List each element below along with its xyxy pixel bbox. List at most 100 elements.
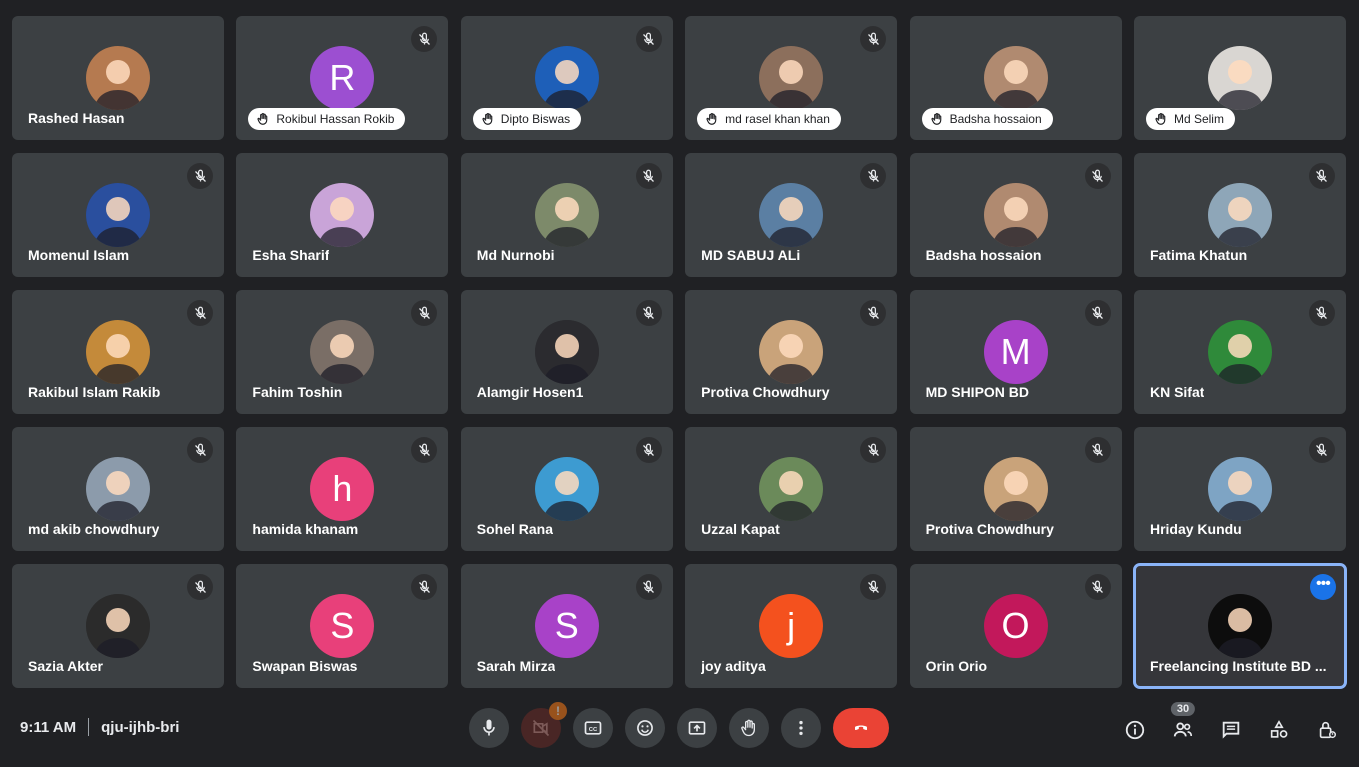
participant-tile[interactable]: Badsha hossaion — [909, 153, 1122, 277]
participant-tile[interactable]: Protiva Chowdhury — [685, 290, 898, 414]
avatar: S — [534, 594, 599, 658]
mic-off-icon — [1084, 300, 1111, 326]
participant-name: Esha Sharif — [252, 247, 330, 263]
microphone-button[interactable] — [469, 708, 509, 748]
avatar — [86, 457, 150, 521]
chat-icon — [1222, 721, 1240, 739]
raised-hand-name-pill: Badsha hossaion — [921, 108, 1053, 130]
mic-off-icon — [860, 300, 887, 326]
participant-tile[interactable]: Alamgir Hosen1 — [460, 290, 673, 414]
participant-tile[interactable]: Dipto Biswas — [460, 16, 673, 140]
raised-hand-name-pill: Rokibul Hassan Rokib — [248, 108, 406, 130]
mic-off-icon — [187, 163, 213, 189]
end-call-icon — [855, 725, 867, 731]
avatar: S — [310, 594, 375, 658]
participant-name: Sohel Rana — [476, 521, 554, 537]
avatar — [86, 46, 150, 110]
participant-tile[interactable]: h hamida khanam — [236, 427, 449, 551]
mic-icon — [483, 719, 495, 736]
participant-tile[interactable]: Rakibul Islam Rakib — [12, 290, 224, 414]
host-controls-button[interactable] — [1313, 716, 1341, 744]
camera-off-icon — [532, 719, 550, 737]
raise-hand-button[interactable] — [729, 708, 769, 748]
participant-tile[interactable]: Md Nurnobi — [460, 153, 673, 277]
raised-hand-icon — [1154, 112, 1168, 126]
participant-tile[interactable]: j joy aditya — [685, 564, 898, 688]
meeting-details-button[interactable] — [1121, 716, 1149, 744]
participant-tile[interactable]: O Orin Orio — [909, 564, 1122, 688]
participant-name: Protiva Chowdhury — [701, 384, 830, 400]
participant-tile[interactable]: Rashed Hasan — [12, 16, 224, 140]
participant-tile[interactable]: Uzzal Kapat — [685, 427, 898, 551]
participant-tile[interactable]: Sohel Rana — [460, 427, 673, 551]
participant-tile[interactable]: Protiva Chowdhury — [909, 427, 1122, 551]
raised-hand-name-pill: Md Selim — [1145, 108, 1235, 130]
participant-name: Md Selim — [1173, 112, 1224, 126]
avatar — [534, 46, 599, 110]
avatar — [1207, 457, 1272, 521]
participant-tile[interactable]: Hriday Kundu — [1133, 427, 1346, 551]
avatar — [86, 594, 150, 658]
avatar — [759, 457, 824, 521]
mic-off-icon — [187, 574, 213, 600]
participant-tile[interactable]: Freelancing Institute BD ... ••• — [1132, 563, 1347, 689]
raised-hand-icon — [705, 112, 719, 126]
participant-name: Momenul Islam — [28, 247, 130, 263]
participant-tile[interactable]: Esha Sharif — [236, 153, 449, 277]
camera-button[interactable]: ! — [521, 702, 567, 748]
participant-tile[interactable]: Md Selim — [1133, 16, 1346, 140]
participant-tile[interactable]: R Rokibul Hassan Rokib — [236, 16, 449, 140]
meeting-time: 9:11 AM — [20, 718, 77, 736]
participant-tile[interactable]: M MD SHIPON BD — [909, 290, 1122, 414]
participant-tile[interactable]: Fahim Toshin — [236, 290, 449, 414]
participant-tile[interactable]: md rasel khan khan — [685, 16, 898, 140]
end-call-button[interactable] — [833, 708, 889, 748]
more-options-icon — [799, 720, 803, 736]
mic-off-icon — [860, 163, 887, 189]
participant-tile[interactable]: Fatima Khatun — [1133, 153, 1346, 277]
participant-name: Sazia Akter — [28, 658, 103, 674]
participant-tile[interactable]: Badsha hossaion — [909, 16, 1122, 140]
participant-tile[interactable]: MD SABUJ ALi — [685, 153, 898, 277]
avatar — [1207, 594, 1272, 658]
participant-tile[interactable]: Sazia Akter — [12, 564, 224, 688]
people-icon — [1173, 722, 1193, 737]
people-button[interactable]: 30 — [1169, 702, 1197, 744]
chat-button[interactable] — [1217, 716, 1245, 744]
present-button[interactable] — [677, 708, 717, 748]
participant-name: Badsha hossaion — [925, 247, 1042, 263]
participant-name: md akib chowdhury — [28, 521, 160, 537]
avatar: O — [983, 594, 1048, 658]
mic-off-icon — [1308, 300, 1335, 326]
participant-tile[interactable]: S Swapan Biswas — [236, 564, 449, 688]
participant-name: Rashed Hasan — [28, 110, 125, 126]
participant-name: Badsha hossaion — [949, 112, 1042, 126]
raise-hand-icon — [741, 719, 755, 737]
participant-tile[interactable]: md akib chowdhury — [12, 427, 224, 551]
reactions-button[interactable] — [625, 708, 665, 748]
divider — [88, 718, 90, 736]
activities-button[interactable] — [1265, 716, 1293, 744]
avatar — [1207, 183, 1272, 247]
side-panel-controls: 30 — [1121, 702, 1341, 744]
participant-name: Uzzal Kapat — [701, 521, 780, 537]
captions-icon: CC — [584, 721, 602, 735]
participant-name: MD SABUJ ALi — [701, 247, 801, 263]
avatar — [759, 183, 824, 247]
participant-tile[interactable]: Momenul Islam — [12, 153, 224, 277]
mic-off-icon — [635, 437, 662, 463]
avatar — [759, 46, 824, 110]
mic-off-icon — [187, 437, 213, 463]
participant-tile[interactable]: KN Sifat — [1133, 290, 1346, 414]
participant-name: Sarah Mirza — [476, 658, 556, 674]
captions-button[interactable]: CC — [573, 708, 613, 748]
mic-off-icon — [635, 26, 662, 52]
tile-more-options-button[interactable]: ••• — [1309, 574, 1336, 600]
participant-name: Fatima Khatun — [1149, 247, 1248, 263]
mic-off-icon — [860, 574, 887, 600]
more-options-button[interactable] — [781, 708, 821, 748]
mic-off-icon — [860, 26, 887, 52]
participant-tile[interactable]: S Sarah Mirza — [460, 564, 673, 688]
avatar — [86, 320, 150, 384]
avatar — [534, 457, 599, 521]
